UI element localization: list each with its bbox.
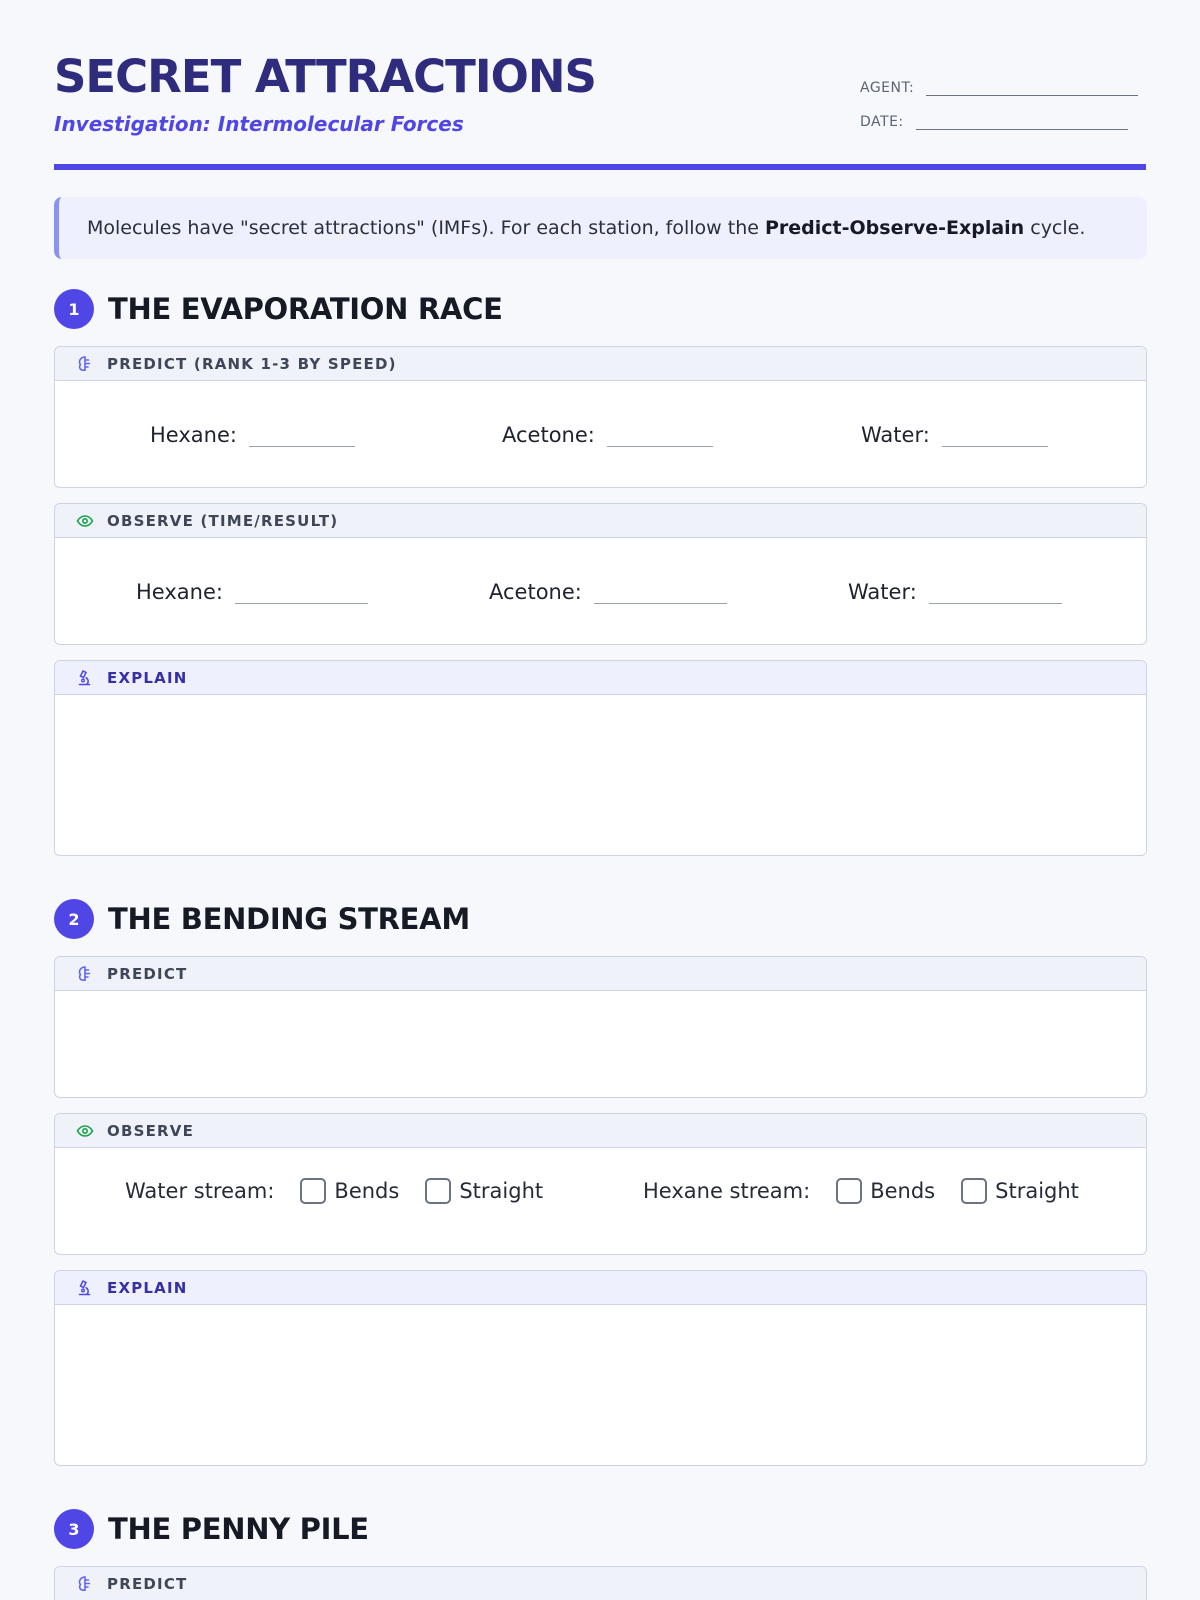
predict-acetone-blank[interactable]	[606, 437, 713, 447]
intro-callout: Molecules have "secret attractions" (IMF…	[54, 197, 1147, 259]
predict-acetone: Acetone:	[502, 423, 713, 447]
predict-hexane-label: Hexane:	[150, 423, 237, 447]
date-field[interactable]	[915, 116, 1128, 130]
date-label: DATE:	[860, 114, 904, 130]
station-2-predict-box[interactable]: PREDICT	[54, 956, 1147, 1098]
station-1-observe-head: OBSERVE (TIME/RESULT)	[55, 504, 1146, 538]
page-title: SECRET ATTRACTIONS	[54, 50, 597, 103]
station-2-observe-label: OBSERVE	[107, 1121, 195, 1140]
station-2-explain-head: EXPLAIN	[55, 1271, 1146, 1305]
agent-label: AGENT:	[860, 80, 915, 96]
water-bends-option[interactable]: Bends	[300, 1178, 399, 1204]
hexane-bends-label: Bends	[870, 1179, 936, 1203]
station-2-observe-head: OBSERVE	[55, 1114, 1146, 1148]
brain-icon	[75, 354, 95, 374]
hexane-bends-checkbox[interactable]	[836, 1178, 863, 1204]
observe-acetone-label: Acetone:	[489, 580, 582, 604]
hexane-straight-label: Straight	[995, 1179, 1079, 1203]
page-subtitle: Investigation: Intermolecular Forces	[54, 112, 464, 136]
brain-icon	[75, 964, 95, 984]
station-2-explain-label: EXPLAIN	[107, 1278, 188, 1297]
predict-hexane: Hexane:	[150, 423, 355, 447]
station-1-badge: 1	[54, 289, 94, 329]
brain-icon	[75, 1574, 95, 1594]
eye-icon	[75, 511, 95, 531]
station-2-predict-head: PREDICT	[55, 957, 1146, 991]
water-bends-checkbox[interactable]	[300, 1178, 327, 1204]
observe-water: Water:	[848, 580, 1062, 604]
station-2-predict-label: PREDICT	[107, 964, 188, 983]
water-straight-label: Straight	[459, 1179, 544, 1203]
predict-hexane-blank[interactable]	[248, 437, 355, 447]
hexane-stream-group: Hexane stream: Bends Straight	[643, 1166, 1079, 1216]
intro-text-before: Molecules have "secret attractions" (IMF…	[87, 217, 765, 239]
water-straight-option[interactable]: Straight	[425, 1178, 543, 1204]
station-1-header: 1 THE EVAPORATION RACE	[54, 289, 503, 329]
station-3-predict-label: PREDICT	[107, 1574, 188, 1593]
predict-water-blank[interactable]	[941, 437, 1048, 447]
predict-water-label: Water:	[861, 423, 930, 447]
hexane-bends-option[interactable]: Bends	[836, 1178, 935, 1204]
station-1-title: THE EVAPORATION RACE	[108, 292, 503, 326]
station-1-predict-label: PREDICT (RANK 1-3 BY SPEED)	[107, 354, 397, 373]
water-bends-label: Bends	[334, 1179, 400, 1203]
station-3-badge: 3	[54, 1509, 94, 1549]
agent-field[interactable]	[926, 82, 1139, 96]
observe-water-label: Water:	[848, 580, 917, 604]
station-3-title: THE PENNY PILE	[108, 1512, 369, 1546]
station-1-explain-box[interactable]: EXPLAIN	[54, 660, 1147, 856]
station-1-observe-box: OBSERVE (TIME/RESULT) Hexane: Acetone: W…	[54, 503, 1147, 645]
station-2-explain-box[interactable]: EXPLAIN	[54, 1270, 1147, 1466]
agent-row: AGENT:	[860, 80, 1139, 96]
observe-hexane-label: Hexane:	[136, 580, 223, 604]
hexane-straight-checkbox[interactable]	[961, 1178, 988, 1204]
predict-water: Water:	[861, 423, 1048, 447]
observe-water-blank[interactable]	[928, 594, 1062, 604]
predict-acetone-label: Acetone:	[502, 423, 595, 447]
station-1-explain-label: EXPLAIN	[107, 668, 188, 687]
header: SECRET ATTRACTIONS Investigation: Interm…	[54, 0, 1146, 170]
station-2-badge: 2	[54, 899, 94, 939]
microscope-icon	[75, 1278, 95, 1298]
station-2-title: THE BENDING STREAM	[108, 902, 470, 936]
microscope-icon	[75, 668, 95, 688]
worksheet-page: SECRET ATTRACTIONS Investigation: Interm…	[0, 0, 1200, 1600]
station-1-observe-label: OBSERVE (TIME/RESULT)	[107, 511, 339, 530]
hexane-stream-label: Hexane stream:	[643, 1179, 811, 1203]
station-2-header: 2 THE BENDING STREAM	[54, 899, 470, 939]
water-stream-group: Water stream: Bends Straight	[125, 1166, 543, 1216]
station-3-predict-box[interactable]: PREDICT	[54, 1566, 1147, 1600]
water-straight-checkbox[interactable]	[425, 1178, 452, 1204]
station-3-header: 3 THE PENNY PILE	[54, 1509, 369, 1549]
intro-bold: Predict-Observe-Explain	[764, 217, 1025, 239]
hexane-straight-option[interactable]: Straight	[961, 1178, 1079, 1204]
station-2-observe-box: OBSERVE Water stream: Bends Straight Hex…	[54, 1113, 1147, 1255]
station-1-predict-box: PREDICT (RANK 1-3 BY SPEED) Hexane: Acet…	[54, 346, 1147, 488]
observe-hexane: Hexane:	[136, 580, 368, 604]
intro-text-after: cycle.	[1024, 217, 1086, 239]
observe-acetone-blank[interactable]	[593, 594, 727, 604]
station-3-predict-head: PREDICT	[55, 1567, 1146, 1600]
observe-acetone: Acetone:	[489, 580, 727, 604]
date-row: DATE:	[860, 114, 1128, 130]
station-1-predict-head: PREDICT (RANK 1-3 BY SPEED)	[55, 347, 1146, 381]
water-stream-label: Water stream:	[125, 1179, 275, 1203]
eye-icon	[75, 1121, 95, 1141]
observe-hexane-blank[interactable]	[234, 594, 368, 604]
header-divider	[54, 164, 1146, 170]
station-1-explain-head: EXPLAIN	[55, 661, 1146, 695]
